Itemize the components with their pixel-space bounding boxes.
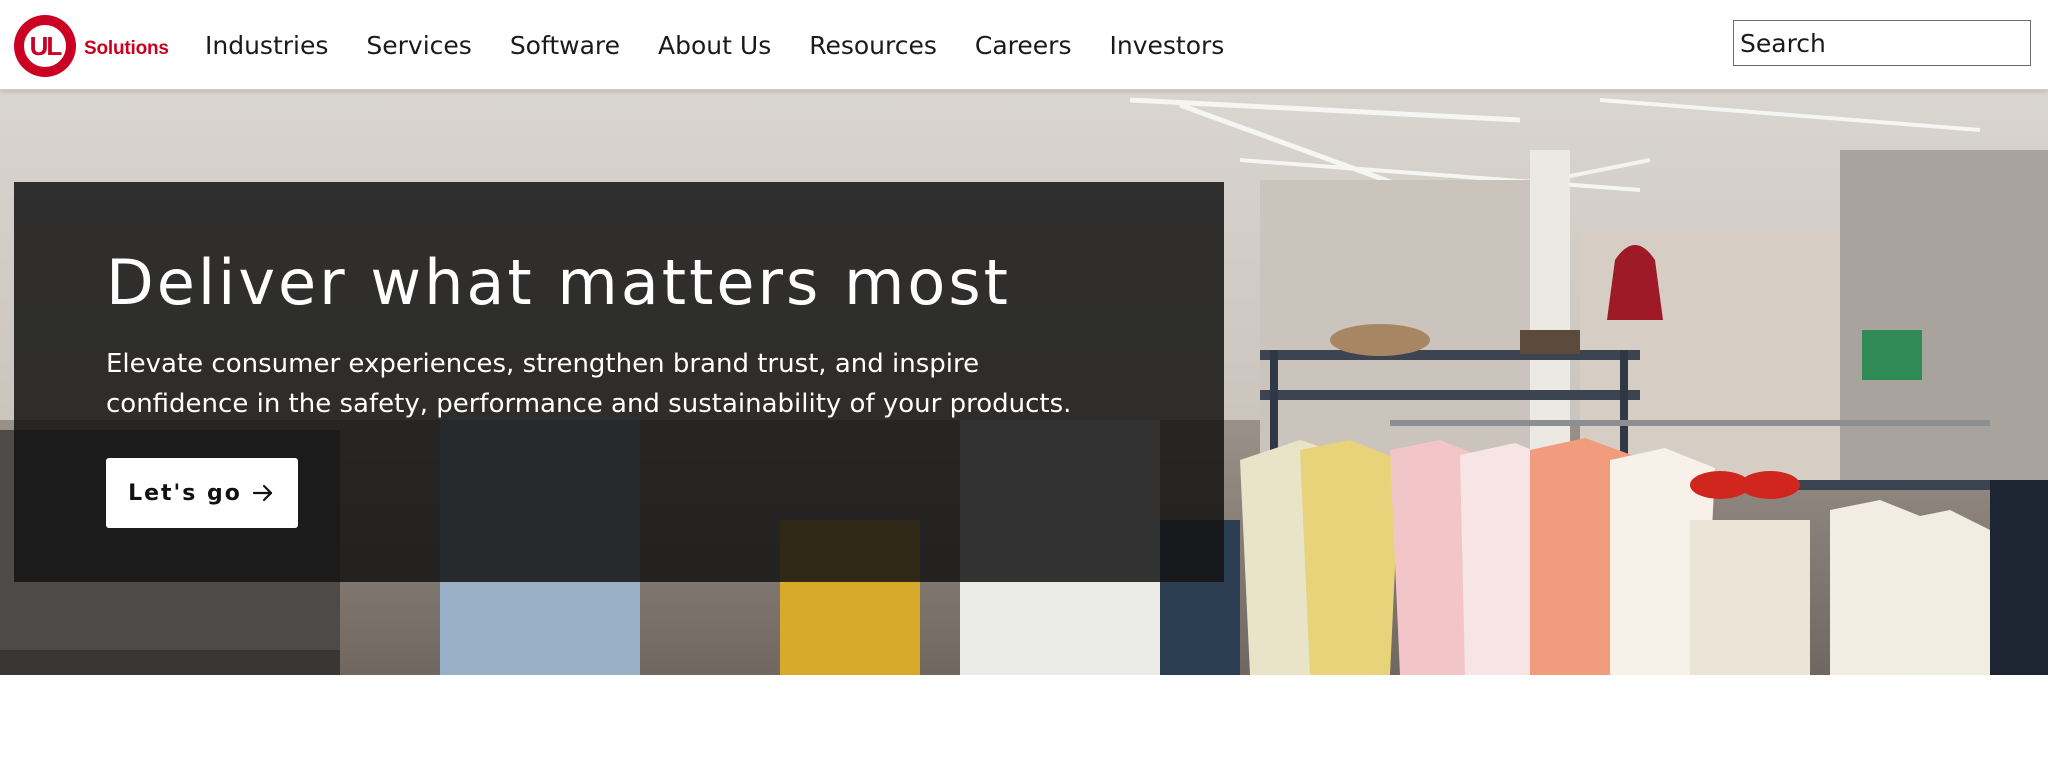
- nav-item-industries[interactable]: Industries: [205, 31, 328, 60]
- site-header: UL Solutions Industries Services Softwar…: [0, 0, 2048, 90]
- search-input[interactable]: [1734, 21, 2048, 65]
- lets-go-button[interactable]: Let's go: [106, 458, 298, 528]
- lets-go-label: Let's go: [128, 480, 242, 506]
- nav-item-software[interactable]: Software: [510, 31, 620, 60]
- hero-banner: Deliver what matters most Elevate consum…: [0, 90, 2048, 675]
- ul-solutions-logo[interactable]: UL Solutions: [14, 14, 169, 78]
- nav-item-services[interactable]: Services: [366, 31, 471, 60]
- arrow-right-icon: [250, 480, 276, 506]
- logo-mark-text: UL: [29, 31, 63, 61]
- hero-title: Deliver what matters most: [106, 246, 1011, 319]
- search-box: [1733, 20, 2048, 66]
- hero-description: Elevate consumer experiences, strengthen…: [106, 349, 1072, 419]
- nav-item-investors[interactable]: Investors: [1109, 31, 1224, 60]
- main-nav: Industries Services Software About Us Re…: [205, 0, 1262, 90]
- nav-item-careers[interactable]: Careers: [975, 31, 1072, 60]
- nav-item-resources[interactable]: Resources: [809, 31, 937, 60]
- ul-logo-mark: UL: [14, 15, 76, 77]
- logo-text: Solutions: [84, 38, 169, 59]
- nav-item-about-us[interactable]: About Us: [658, 31, 771, 60]
- hero-content-panel: Deliver what matters most Elevate consum…: [14, 182, 1224, 582]
- ul-logo-emblem: UL: [21, 22, 69, 70]
